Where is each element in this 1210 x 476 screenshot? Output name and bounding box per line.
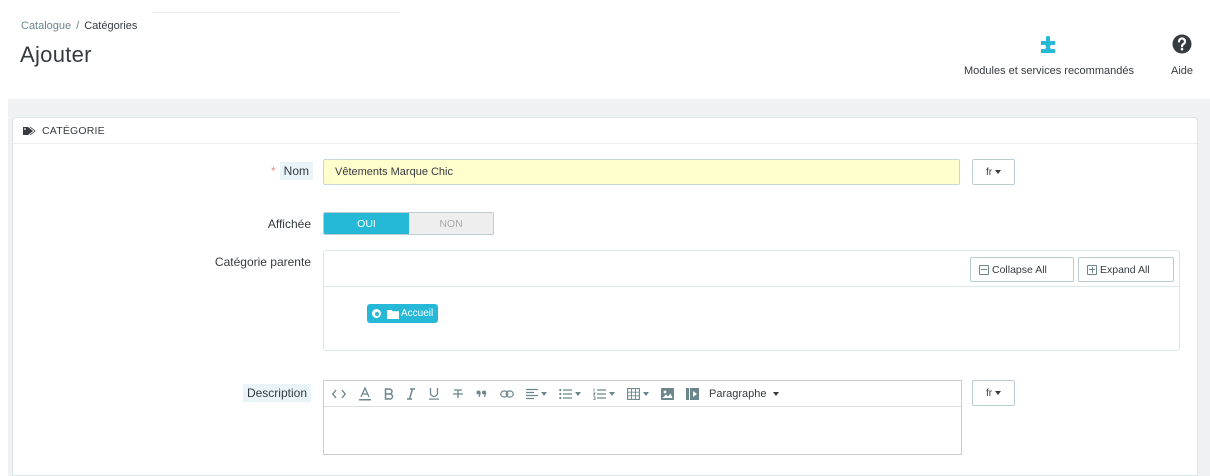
blockquote-icon[interactable] bbox=[476, 386, 488, 402]
breadcrumb-separator: / bbox=[76, 20, 80, 32]
caret-down-icon bbox=[995, 170, 1002, 174]
name-language-dropdown[interactable]: fr bbox=[972, 159, 1015, 185]
caret-down-icon bbox=[772, 391, 779, 396]
tree-node-accueil[interactable]: Accueil bbox=[367, 304, 439, 323]
content-area: CATÉGORIE * Nom Vêtements Marque Chic fr … bbox=[8, 99, 1210, 476]
editor-toolbar: Paragraphe bbox=[324, 381, 961, 407]
caret-down-icon bbox=[575, 391, 581, 396]
collapse-all-button[interactable]: Collapse All bbox=[970, 257, 1074, 282]
name-label: * Nom bbox=[243, 162, 313, 180]
description-label-text: Description bbox=[242, 384, 311, 402]
expand-all-button[interactable]: Expand All bbox=[1078, 257, 1174, 282]
expand-all-label: Expand All bbox=[1100, 263, 1150, 276]
question-circle-icon bbox=[1164, 34, 1200, 57]
category-tree-toolbar: Collapse All Expand All bbox=[324, 251, 1179, 287]
underline-icon[interactable] bbox=[428, 386, 440, 402]
name-input-value: Vêtements Marque Chic bbox=[335, 166, 453, 178]
name-language-value: fr bbox=[985, 166, 993, 178]
top-divider bbox=[152, 12, 400, 13]
description-textarea[interactable] bbox=[324, 407, 961, 455]
displayed-no-option[interactable]: NON bbox=[409, 213, 493, 234]
breadcrumb-categories[interactable]: Catégories bbox=[84, 20, 137, 32]
bold-icon[interactable] bbox=[384, 386, 394, 402]
help-label: Aide bbox=[1170, 65, 1194, 77]
name-input[interactable]: Vêtements Marque Chic bbox=[323, 159, 960, 185]
category-tree: Collapse All Expand All Accueil bbox=[323, 250, 1180, 351]
folder-icon bbox=[387, 309, 399, 319]
breadcrumb: Catalogue / Catégories bbox=[21, 20, 137, 32]
puzzle-icon bbox=[944, 34, 1154, 57]
radio-selected-icon bbox=[372, 309, 381, 318]
tree-node-label: Accueil bbox=[401, 308, 434, 319]
displayed-yes-option[interactable]: OUI bbox=[324, 213, 409, 234]
description-language-value: fr bbox=[985, 387, 993, 399]
recommended-modules-label: Modules et services recommandés bbox=[964, 65, 1134, 77]
caret-down-icon bbox=[995, 391, 1002, 395]
expand-icon bbox=[1087, 264, 1097, 275]
caret-down-icon bbox=[609, 391, 615, 396]
name-label-text: Nom bbox=[279, 162, 313, 180]
numbered-list-icon[interactable] bbox=[593, 386, 615, 402]
image-icon[interactable] bbox=[661, 386, 674, 402]
italic-icon[interactable] bbox=[406, 386, 416, 402]
displayed-label: Affichée bbox=[267, 217, 311, 231]
parent-category-label: Catégorie parente bbox=[214, 255, 311, 269]
format-select[interactable]: Paragraphe bbox=[709, 386, 779, 402]
help-button[interactable]: Aide bbox=[1164, 34, 1200, 77]
format-select-value: Paragraphe bbox=[709, 387, 767, 400]
table-icon[interactable] bbox=[627, 386, 649, 402]
collapse-all-label: Collapse All bbox=[992, 263, 1047, 276]
text-color-icon[interactable] bbox=[358, 386, 372, 402]
tags-icon bbox=[23, 126, 37, 136]
link-icon[interactable] bbox=[500, 386, 514, 402]
panel-heading-text: CATÉGORIE bbox=[42, 124, 105, 137]
caret-down-icon bbox=[541, 391, 547, 396]
description-language-dropdown[interactable]: fr bbox=[972, 380, 1015, 406]
panel-heading: CATÉGORIE bbox=[13, 118, 1197, 144]
collapse-icon bbox=[979, 264, 989, 275]
required-mark: * bbox=[270, 164, 276, 178]
bullet-list-icon[interactable] bbox=[559, 386, 581, 402]
category-panel: CATÉGORIE * Nom Vêtements Marque Chic fr … bbox=[12, 117, 1198, 476]
strikethrough-icon[interactable] bbox=[452, 386, 464, 402]
align-dropdown-icon[interactable] bbox=[526, 386, 547, 402]
source-code-icon[interactable] bbox=[332, 386, 346, 402]
media-icon[interactable] bbox=[686, 386, 699, 402]
description-editor: Paragraphe bbox=[323, 380, 962, 455]
recommended-modules-button[interactable]: Modules et services recommandés bbox=[944, 34, 1154, 77]
page-title: Ajouter bbox=[20, 42, 92, 67]
displayed-switch: OUI NON bbox=[323, 212, 494, 235]
caret-down-icon bbox=[643, 391, 649, 396]
breadcrumb-catalogue[interactable]: Catalogue bbox=[21, 20, 71, 32]
description-label: Description bbox=[213, 384, 311, 402]
